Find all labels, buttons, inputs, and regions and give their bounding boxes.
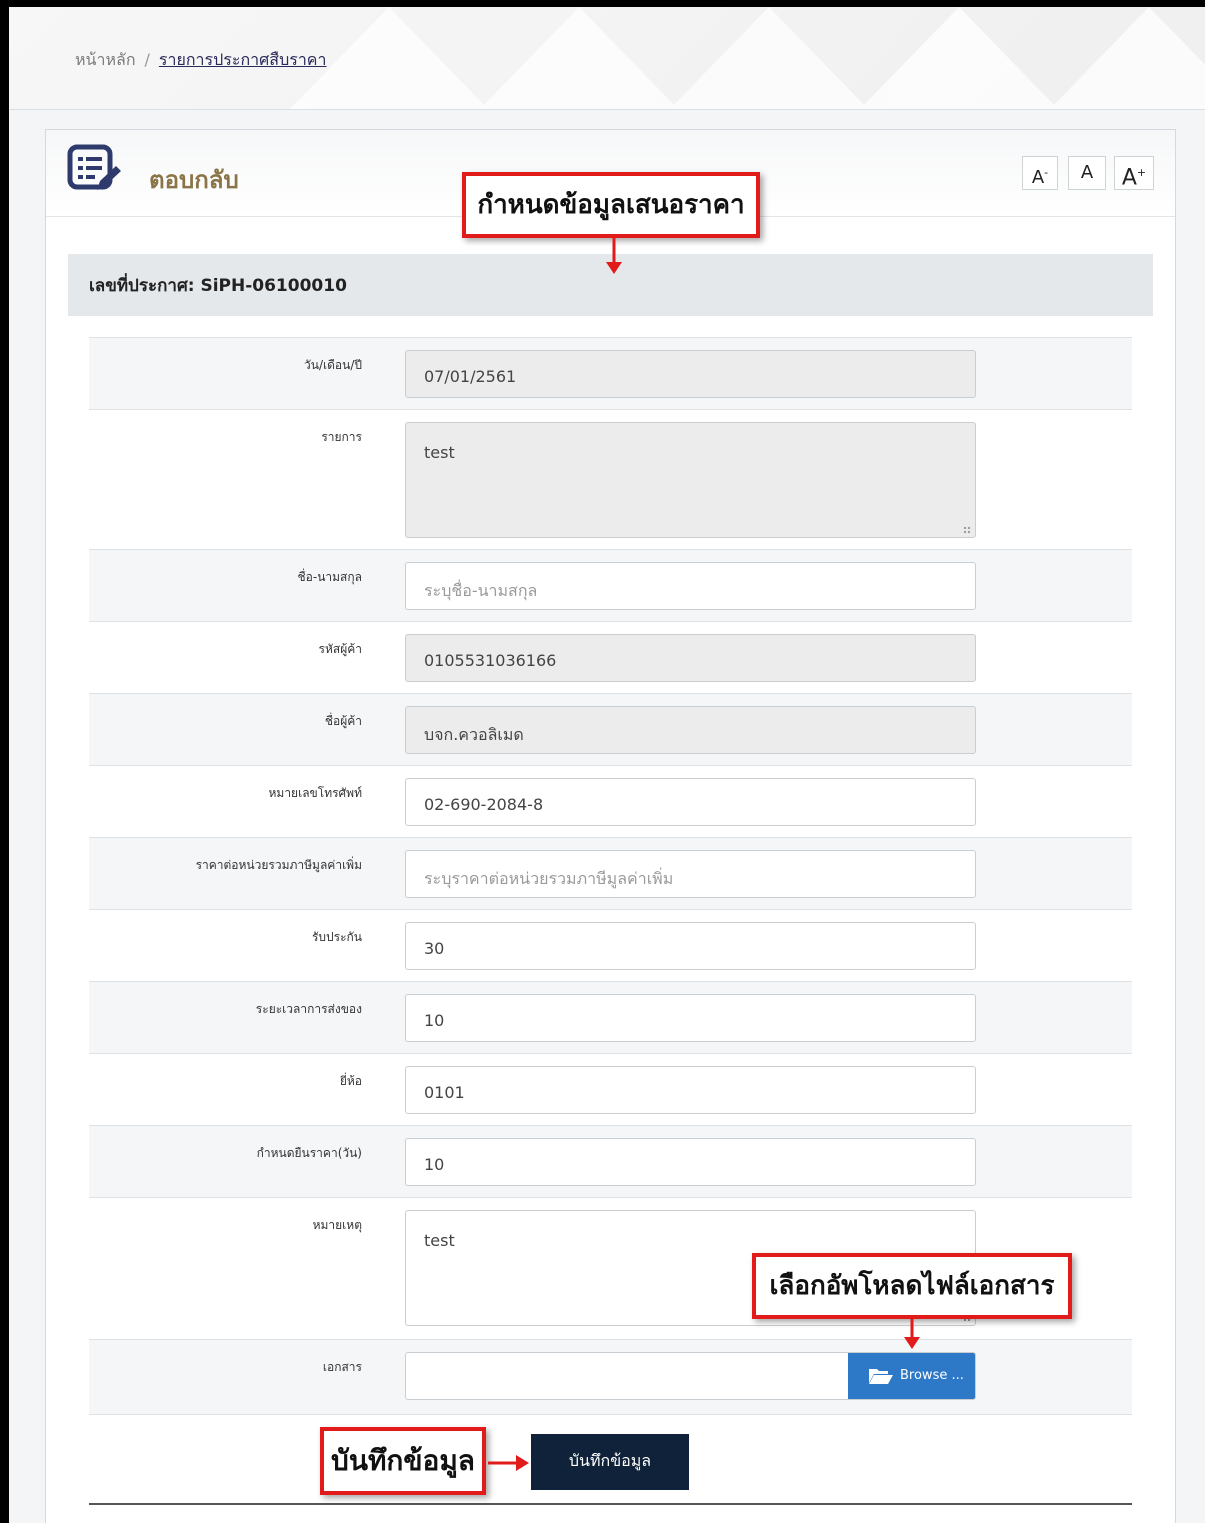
delivery-time-input[interactable]: 10 [405, 994, 976, 1042]
form-row-name: ชื่อ-นามสกุล ระบุชื่อ-นามสกุล [89, 549, 1132, 621]
breadcrumb-home[interactable]: หน้าหลัก [75, 50, 136, 69]
callout-set-offer: กำหนดข้อมูลเสนอราคา [462, 172, 760, 238]
form-row-brand: ยี่ห้อ 0101 [89, 1053, 1132, 1125]
frame-left [0, 0, 9, 1523]
form-row-delivery: ระยะเวลาการส่งของ 10 [89, 981, 1132, 1053]
breadcrumb: หน้าหลัก / รายการประกาศสืบราคา [75, 48, 326, 73]
form-row-item: รายการ test [89, 409, 1132, 549]
form-row-vendor-name: ชื่อผู้ค้า บจก.ควอลิเมด [89, 693, 1132, 765]
form-row-phone: หมายเลขโทรศัพท์ 02-690-2084-8 [89, 765, 1132, 837]
phone-input[interactable]: 02-690-2084-8 [405, 778, 976, 826]
font-normal-button[interactable]: A [1068, 156, 1106, 190]
font-increase-label: A [1121, 165, 1137, 191]
brand-input[interactable]: 0101 [405, 1066, 976, 1114]
breadcrumb-current[interactable]: รายการประกาศสืบราคา [159, 50, 327, 69]
font-increase-sup: + [1136, 166, 1147, 179]
form-row-unit-price: ราคาต่อหน่วยรวมภาษีมูลค่าเพิ่ม ระบุราคาต… [89, 837, 1132, 909]
browse-label: Browse ... [900, 1368, 964, 1383]
announcement-number: เลขที่ประกาศ: SiPH-06100010 [89, 276, 347, 296]
date-field[interactable]: 07/01/2561 [405, 350, 976, 398]
font-normal-label: A [1080, 162, 1094, 183]
arrow-down-icon [606, 238, 622, 274]
header-band: หน้าหลัก / รายการประกาศสืบราคา [9, 7, 1205, 110]
field-label: กำหนดยืนราคา(วัน) [256, 1146, 362, 1160]
callout-save: บันทึกข้อมูล [320, 1427, 486, 1495]
note-value: test [424, 1231, 455, 1250]
item-textarea[interactable]: test [405, 422, 976, 538]
form-row-vendor-code: รหัสผู้ค้า 0105531036166 [89, 621, 1132, 693]
field-label: ระยะเวลาการส่งของ [255, 1002, 362, 1016]
font-decrease-label: A [1031, 167, 1045, 188]
folder-open-icon [869, 1369, 893, 1384]
price-validity-input[interactable]: 10 [405, 1138, 976, 1186]
field-label: รหัสผู้ค้า [318, 642, 362, 656]
vendor-name-field[interactable]: บจก.ควอลิเมด [405, 706, 976, 754]
frame-top [0, 0, 1205, 7]
field-label: ชื่อ-นามสกุล [297, 570, 362, 584]
font-decrease-button[interactable]: A- [1022, 156, 1058, 190]
callout-upload: เลือกอัพโหลดไฟล์เอกสาร [752, 1253, 1072, 1319]
bottom-divider [89, 1503, 1132, 1505]
arrow-down-icon [904, 1319, 920, 1349]
name-input[interactable]: ระบุชื่อ-นามสกุล [405, 562, 976, 610]
field-label: ราคาต่อหน่วยรวมภาษีมูลค่าเพิ่ม [195, 858, 362, 872]
unit-price-input[interactable]: ระบุราคาต่อหน่วยรวมภาษีมูลค่าเพิ่ม [405, 850, 976, 898]
resize-grip-icon[interactable] [963, 526, 971, 534]
font-decrease-sup: - [1044, 166, 1049, 179]
field-label: ชื่อผู้ค้า [324, 714, 362, 728]
form-row-date: วัน/เดือน/ปี 07/01/2561 [89, 337, 1132, 409]
document-file-input[interactable]: Browse ... [405, 1352, 976, 1400]
form-edit-icon [67, 144, 121, 190]
arrow-right-icon [488, 1455, 529, 1471]
form-row-document: เอกสาร Browse ... [89, 1339, 1132, 1415]
form-row-price-validity: กำหนดยืนราคา(วัน) 10 [89, 1125, 1132, 1197]
form-row-warranty: รับประกัน 30 [89, 909, 1132, 981]
warranty-input[interactable]: 30 [405, 922, 976, 970]
field-label: หมายเลขโทรศัพท์ [268, 786, 363, 800]
field-label: หมายเหตุ [312, 1218, 362, 1232]
page-title: ตอบกลับ [149, 166, 239, 194]
save-button[interactable]: บันทึกข้อมูล [531, 1434, 689, 1490]
field-label: รับประกัน [311, 930, 362, 944]
vendor-code-field[interactable]: 0105531036166 [405, 634, 976, 682]
breadcrumb-separator: / [144, 50, 150, 69]
field-label: รายการ [321, 430, 362, 444]
browse-button[interactable]: Browse ... [848, 1353, 975, 1399]
font-increase-button[interactable]: A+ [1114, 156, 1154, 190]
item-value: test [424, 443, 455, 462]
field-label: ยี่ห้อ [339, 1074, 362, 1088]
field-label: วัน/เดือน/ปี [304, 358, 362, 372]
field-label: เอกสาร [322, 1360, 362, 1374]
